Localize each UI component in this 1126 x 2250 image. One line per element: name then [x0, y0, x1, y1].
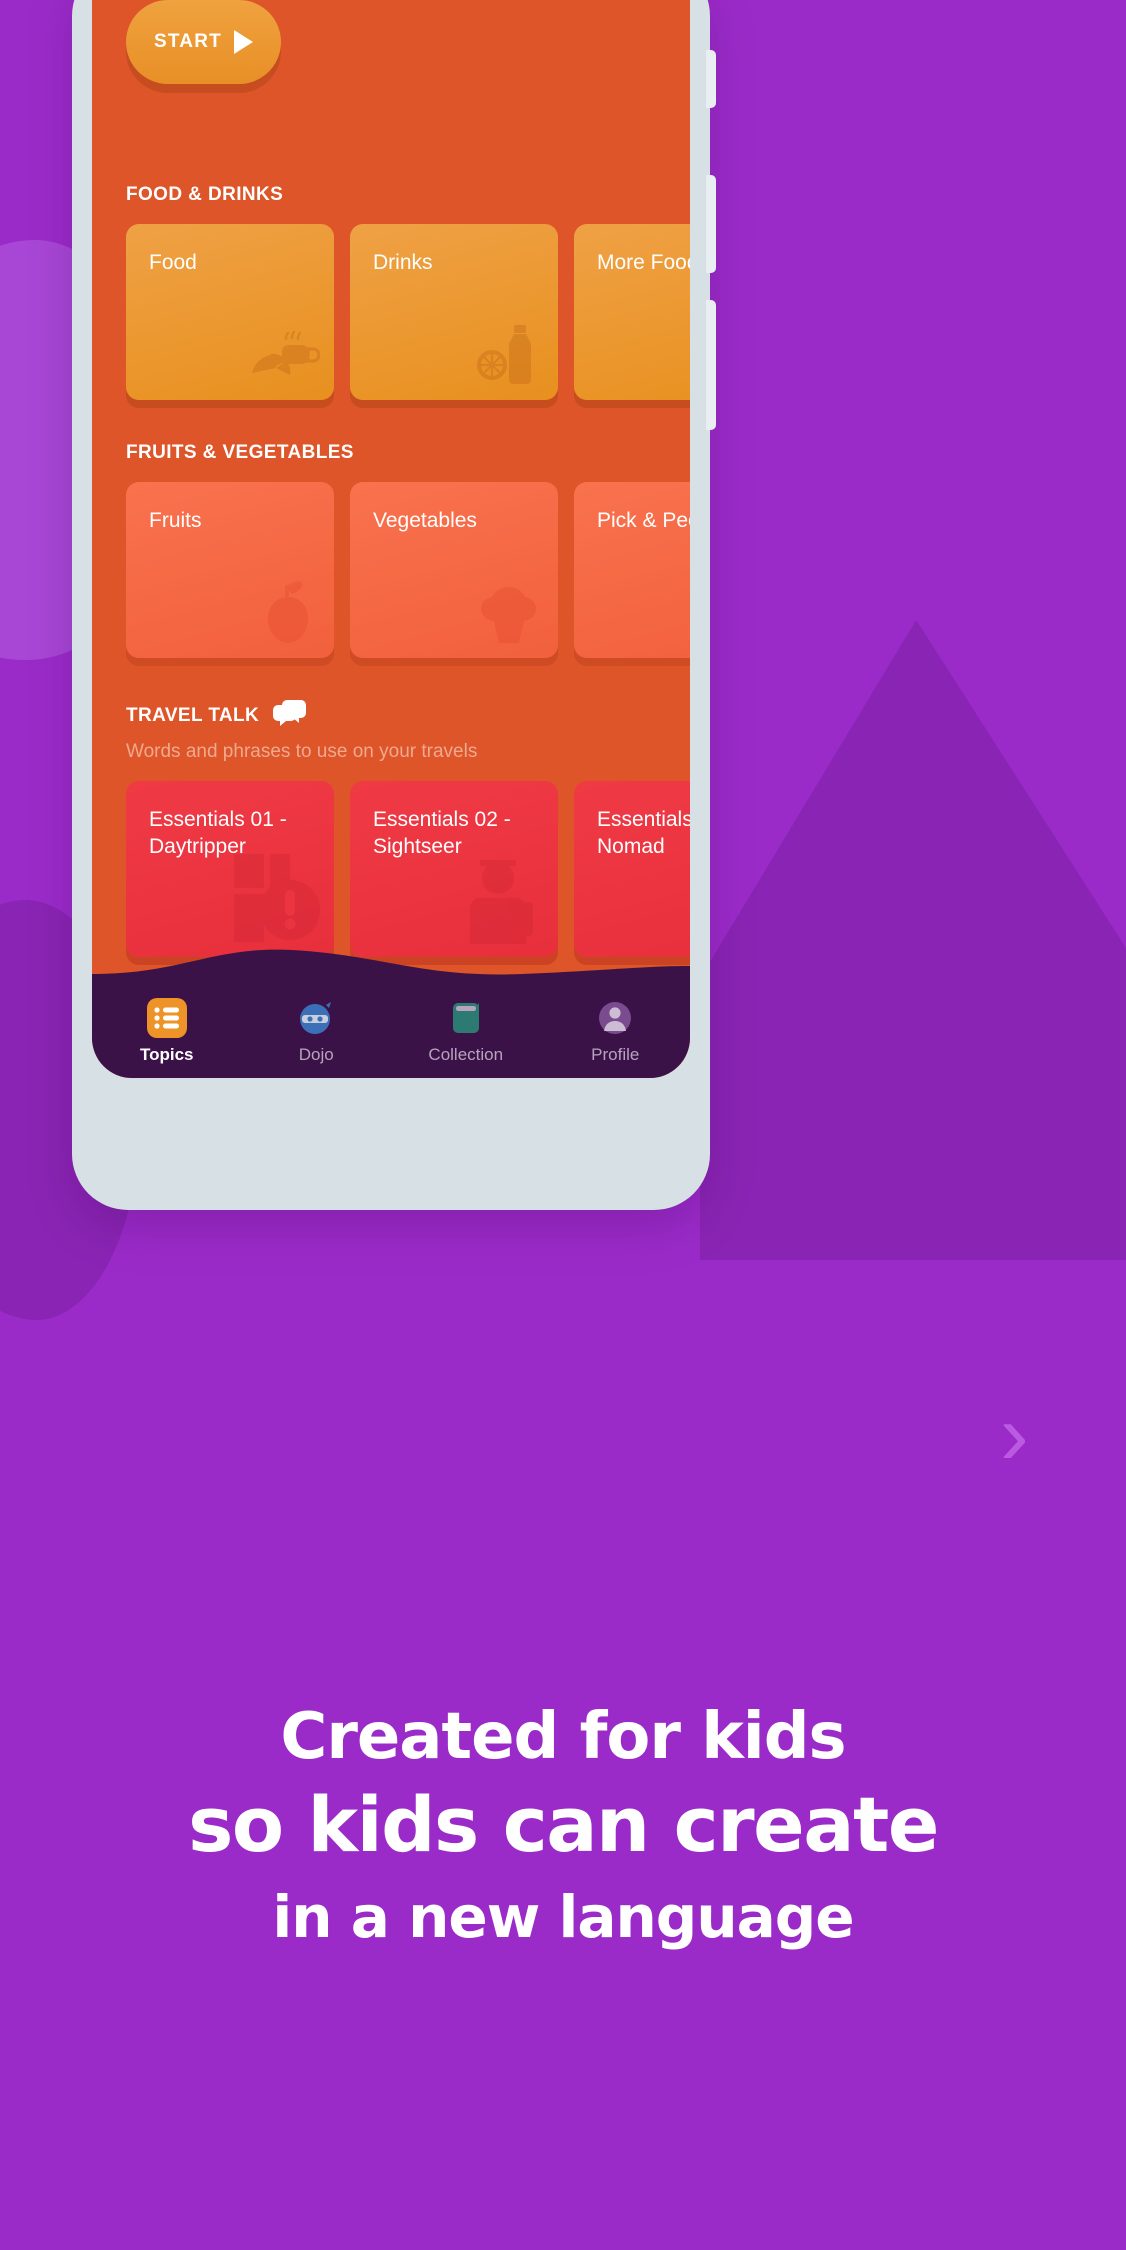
play-icon: [233, 30, 253, 54]
section-food-and-drinks: FOOD & DRINKS Food Drinks More Foods: [126, 184, 690, 400]
broccoli-icon: [474, 583, 544, 650]
start-button[interactable]: START: [126, 0, 281, 84]
section-subtitle-travel: Words and phrases to use on your travels: [126, 741, 478, 762]
chevron-right-icon: ›: [1000, 1387, 1029, 1483]
nav-item-label: Profile: [591, 1044, 640, 1064]
topic-card-title: More Foods: [597, 251, 690, 274]
topic-card[interactable]: Essentials 03 - Nomad: [574, 781, 690, 957]
headline-line-3: in a new language: [272, 1883, 854, 1951]
ninja-icon: [296, 998, 336, 1038]
section-title-label: FOOD & DRINKS: [126, 184, 284, 205]
topic-card-title: Food: [149, 251, 197, 274]
background-shape-triangle: [700, 620, 1126, 1260]
nav-wave-divider: [92, 949, 690, 984]
nav-item-collection[interactable]: Collection: [391, 998, 541, 1065]
phone-power-button[interactable]: [706, 300, 716, 430]
headline-line-1: Created for kids: [280, 1700, 846, 1774]
phone-screen: START FOOD & DRINKSFoodDrinksMore Foods …: [92, 0, 690, 1078]
tourist-icon: [464, 852, 544, 949]
bottle-orange-icon: [476, 323, 544, 392]
headline-line-2: so kids can create: [188, 1780, 939, 1869]
topic-card[interactable]: Fruits: [126, 482, 334, 658]
bottom-navigation-bar: Topics Dojo Collection Profile: [92, 984, 690, 1078]
card-row-fruit[interactable]: Fruits Vegetables Pick & Peel: [126, 482, 690, 658]
book-icon: [446, 998, 486, 1038]
speech-bubbles-icon: [273, 700, 307, 732]
section-title-food: FOOD & DRINKS: [126, 184, 690, 206]
section-travel-talk: TRAVEL TALK Words and phrases to use on y…: [126, 700, 690, 957]
apple-icon: [256, 577, 320, 650]
topic-card[interactable]: Pick & Peel: [574, 482, 690, 658]
headline: Created for kids so kids can create in a…: [0, 1700, 1126, 1951]
section-title-label: FRUITS & VEGETABLES: [126, 442, 354, 463]
topic-card[interactable]: Food: [126, 224, 334, 400]
phone-volume-button[interactable]: [706, 175, 716, 273]
start-button-label: START: [154, 31, 222, 52]
card-row-food[interactable]: Food Drinks More Foods: [126, 224, 690, 400]
phone-mute-button[interactable]: [706, 50, 716, 108]
section-title-label: TRAVEL TALK: [126, 705, 260, 726]
topic-card[interactable]: More Foods: [574, 224, 690, 400]
topic-card[interactable]: Essentials 01 - Daytripper: [126, 781, 334, 957]
nav-item-label: Collection: [428, 1044, 504, 1064]
topic-card-title: Vegetables: [373, 509, 477, 532]
topic-card-title: Drinks: [373, 251, 433, 274]
nav-item-dojo[interactable]: Dojo: [242, 998, 392, 1065]
section-title-fruit: FRUITS & VEGETABLES: [126, 442, 690, 464]
nav-item-profile[interactable]: Profile: [541, 998, 691, 1065]
person-icon: [595, 998, 635, 1038]
nav-item-topics[interactable]: Topics: [92, 997, 242, 1065]
alert-icon: [228, 852, 320, 949]
topic-card[interactable]: Essentials 02 - Sightseer: [350, 781, 558, 957]
topic-card[interactable]: Drinks: [350, 224, 558, 400]
topic-card[interactable]: Vegetables: [350, 482, 558, 658]
list-icon: [146, 997, 187, 1038]
topic-card-title: Pick & Peel: [597, 509, 690, 532]
section-fruits-and-vegetables: FRUITS & VEGETABLES Fruits Vegetables Pick …: [126, 442, 690, 658]
topic-card-title: Fruits: [149, 509, 202, 532]
backpack-icon: [688, 856, 690, 949]
topic-card-title: Essentials 03 - Nomad: [597, 808, 690, 858]
section-title-travel: TRAVEL TALK: [126, 700, 690, 732]
nav-item-label: Dojo: [298, 1044, 334, 1064]
phone-mockup: START FOOD & DRINKSFoodDrinksMore Foods …: [72, 0, 716, 1210]
card-row-travel[interactable]: Essentials 01 - Daytripper Essentials 02 …: [126, 781, 690, 957]
nav-item-label: Topics: [139, 1044, 194, 1064]
croissant-coffee-icon: [248, 323, 321, 392]
